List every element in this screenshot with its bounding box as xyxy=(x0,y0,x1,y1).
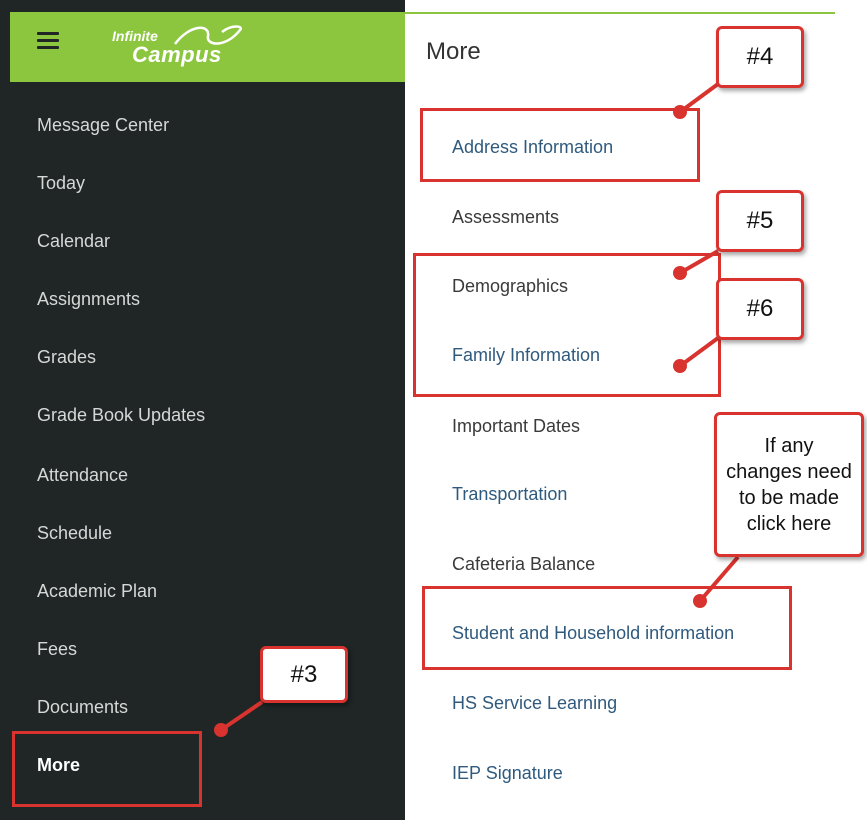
annotation-dot xyxy=(673,359,687,373)
sidebar-item-assignments[interactable]: Assignments xyxy=(37,289,140,310)
logo-swoosh-icon xyxy=(174,25,243,45)
link-hs-service-learning[interactable]: HS Service Learning xyxy=(452,693,617,714)
menu-icon[interactable] xyxy=(37,32,59,50)
link-cafeteria-balance[interactable]: Cafeteria Balance xyxy=(452,554,595,575)
callout-step-6: #6 xyxy=(716,278,804,340)
sidebar-item-schedule[interactable]: Schedule xyxy=(37,523,112,544)
annotation-dot xyxy=(673,105,687,119)
sidebar-item-message-center[interactable]: Message Center xyxy=(37,115,169,136)
link-assessments[interactable]: Assessments xyxy=(452,207,559,228)
annotation-dot xyxy=(673,266,687,280)
sidebar-item-grades[interactable]: Grades xyxy=(37,347,96,368)
link-iep-signature[interactable]: IEP Signature xyxy=(452,763,563,784)
sidebar-item-fees[interactable]: Fees xyxy=(37,639,77,660)
highlight-box-more xyxy=(12,731,202,807)
link-transportation[interactable]: Transportation xyxy=(452,484,567,505)
callout-step-4: #4 xyxy=(716,26,804,88)
callout-note: If any changes need to be made click her… xyxy=(714,412,864,557)
sidebar-item-documents[interactable]: Documents xyxy=(37,697,128,718)
highlight-box-student-household xyxy=(422,586,792,670)
sidebar-item-academic-plan[interactable]: Academic Plan xyxy=(37,581,157,602)
page-title: More xyxy=(426,38,481,65)
annotation-dot xyxy=(693,594,707,608)
annotation-dot xyxy=(214,723,228,737)
link-important-dates[interactable]: Important Dates xyxy=(452,416,580,437)
sidebar-item-attendance[interactable]: Attendance xyxy=(37,465,128,486)
callout-step-5: #5 xyxy=(716,190,804,252)
sidebar-item-today[interactable]: Today xyxy=(37,173,85,194)
callout-step-3: #3 xyxy=(260,646,348,703)
sidebar-item-calendar[interactable]: Calendar xyxy=(37,231,110,252)
sidebar-item-grade-book-updates[interactable]: Grade Book Updates xyxy=(37,405,205,426)
header-divider xyxy=(405,12,835,14)
highlight-box-address xyxy=(420,108,700,182)
infinite-campus-logo: Infinite Campus xyxy=(112,22,252,70)
